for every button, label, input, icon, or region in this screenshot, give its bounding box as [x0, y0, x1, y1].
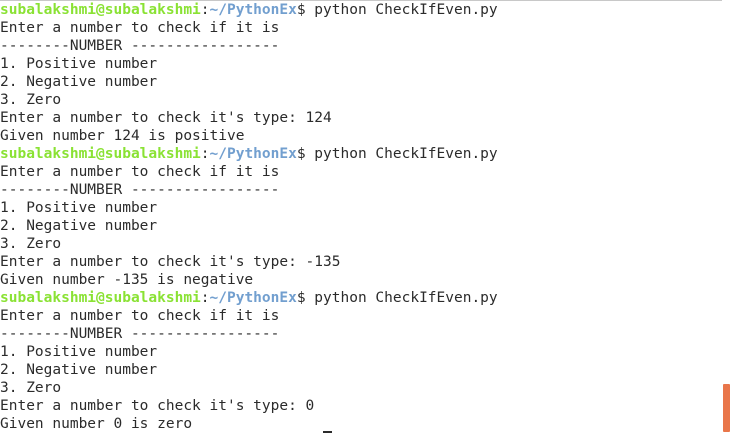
command-text: python CheckIfEven.py	[305, 2, 498, 18]
terminal-cursor	[323, 431, 332, 433]
prompt-sign: $	[296, 146, 306, 162]
prompt-path: ~/PythonEx	[209, 2, 297, 18]
command-text: python CheckIfEven.py	[305, 290, 498, 306]
output-line: 2. Negative number	[0, 74, 158, 90]
prompt-line: subalakshmi@subalakshmi:~/PythonEx$ pyth…	[0, 145, 498, 163]
output-line: --------NUMBER -----------------	[0, 182, 280, 198]
output-line: Enter a number to check it's type: 0	[0, 398, 315, 414]
output-line: --------NUMBER -----------------	[0, 326, 280, 342]
output-line: 2. Negative number	[0, 362, 158, 378]
prompt-sign: $	[296, 290, 306, 306]
prompt-line: subalakshmi@subalakshmi:~/PythonEx$ pyth…	[0, 1, 498, 19]
terminal-window[interactable]: subalakshmi@subalakshmi:~/PythonEx$ pyth…	[0, 0, 722, 434]
scrollbar-thumb[interactable]	[723, 384, 730, 432]
output-line: Enter a number to check it's type: -135	[0, 254, 341, 270]
output-line: 1. Positive number	[0, 200, 158, 216]
output-line: 3. Zero	[0, 92, 62, 108]
output-line: Enter a number to check if it is	[0, 20, 280, 36]
terminal-output: subalakshmi@subalakshmi:~/PythonEx$ pyth…	[0, 1, 498, 433]
output-line: Enter a number to check if it is	[0, 308, 280, 324]
prompt-path: ~/PythonEx	[209, 146, 297, 162]
output-line: 1. Positive number	[0, 56, 158, 72]
output-line: 3. Zero	[0, 236, 62, 252]
prompt-user-host: subalakshmi@subalakshmi	[0, 2, 201, 18]
prompt-sign: $	[296, 2, 306, 18]
prompt-user-host: subalakshmi@subalakshmi	[0, 146, 201, 162]
prompt-line: subalakshmi@subalakshmi:~/PythonEx$ pyth…	[0, 289, 498, 307]
output-line: 3. Zero	[0, 380, 62, 396]
output-line: Given number 0 is zero	[0, 416, 193, 432]
prompt-colon: :	[200, 2, 210, 18]
prompt-user-host: subalakshmi@subalakshmi	[0, 290, 201, 306]
output-line: 2. Negative number	[0, 218, 158, 234]
output-line: Given number 124 is positive	[0, 128, 245, 144]
terminal-scrollbar[interactable]	[722, 0, 731, 434]
prompt-colon: :	[200, 290, 210, 306]
output-line: --------NUMBER -----------------	[0, 38, 280, 54]
command-text: python CheckIfEven.py	[305, 146, 498, 162]
output-line: Enter a number to check if it is	[0, 164, 280, 180]
prompt-colon: :	[200, 146, 210, 162]
output-line: 1. Positive number	[0, 344, 158, 360]
prompt-path: ~/PythonEx	[209, 290, 297, 306]
output-line: Enter a number to check it's type: 124	[0, 110, 332, 126]
output-line: Given number -135 is negative	[0, 272, 254, 288]
